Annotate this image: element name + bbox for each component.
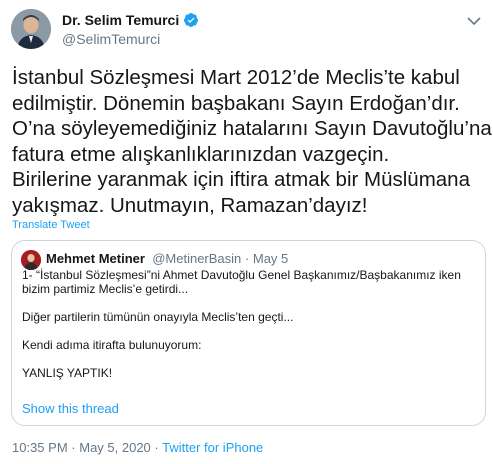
quoted-display-name: Mehmet Metiner [46, 251, 145, 266]
tweet-text-line: O’na söyleyemediğiniz hatalarını Sayın D… [12, 117, 492, 140]
quoted-text-line: bizim partimiz Meclis’e getirdi... [22, 282, 189, 296]
tweet-text-line: edilmiştir. Dönemin başbakanı Sayın Erdo… [12, 91, 460, 115]
tweet-text: İstanbul Sözleşmesi Mart 2012’de Meclis’… [12, 65, 492, 218]
tweet-text-line: fatura etme alışkanlıklarınızdan vazgeçi… [12, 142, 390, 166]
quoted-text-line: 1- “İstanbul Sözleşmesi”ni Ahmet Davutoğ… [22, 268, 461, 282]
quoted-avatar-image [21, 250, 41, 270]
tweet-text-line: İstanbul Sözleşmesi Mart 2012’de Meclis’… [12, 66, 460, 89]
quoted-tweet[interactable]: Mehmet Metiner @MetinerBasin · May 5 1- … [11, 240, 486, 426]
tweet-time[interactable]: 10:35 PM [12, 440, 68, 455]
show-thread-link[interactable]: Show this thread [22, 401, 119, 416]
quoted-text-line [22, 296, 477, 310]
tweet-text-line: Birilerine yaranmak için iftira atmak bi… [12, 168, 470, 191]
verified-badge-icon [184, 13, 199, 27]
chevron-down-icon[interactable] [467, 16, 481, 26]
quoted-text-line: Diğer partilerin tümünün onayıyla Meclis… [22, 310, 294, 324]
quoted-date: May 5 [252, 251, 289, 266]
tweet-text-line: yakışmaz. Unutmayın, Ramazan’dayız! [12, 193, 368, 217]
quoted-avatar [21, 250, 41, 270]
quoted-author-row: Mehmet Metiner @MetinerBasin · May 5 [46, 251, 288, 266]
tweet-meta: 10:35 PM · May 5, 2020 · Twitter for iPh… [12, 440, 263, 455]
quoted-text-line: YANLIŞ YAPTIK! [22, 366, 113, 380]
quoted-text: 1- “İstanbul Sözleşmesi”ni Ahmet Davutoğ… [22, 268, 477, 380]
quoted-text-line [22, 352, 477, 366]
tweet-card: Dr. Selim Temurci @SelimTemurci İstanbul… [0, 0, 493, 464]
quoted-handle: @MetinerBasin · May 5 [152, 251, 289, 266]
avatar[interactable] [11, 9, 51, 49]
quoted-handle-text: @MetinerBasin [152, 251, 242, 266]
tweet-source-link[interactable]: Twitter for iPhone [162, 440, 263, 455]
avatar-image [11, 9, 51, 49]
quoted-text-line: Kendi adıma itirafta bulunuyorum: [22, 338, 202, 352]
author-handle[interactable]: @SelimTemurci [62, 31, 160, 47]
tweet-date[interactable]: May 5, 2020 [79, 440, 151, 455]
meta-separator: · [154, 440, 163, 455]
quoted-text-line [22, 324, 477, 338]
author-display-name[interactable]: Dr. Selim Temurci [62, 12, 179, 28]
author-name-row: Dr. Selim Temurci [62, 12, 199, 28]
translate-tweet-link[interactable]: Translate Tweet [12, 219, 90, 231]
